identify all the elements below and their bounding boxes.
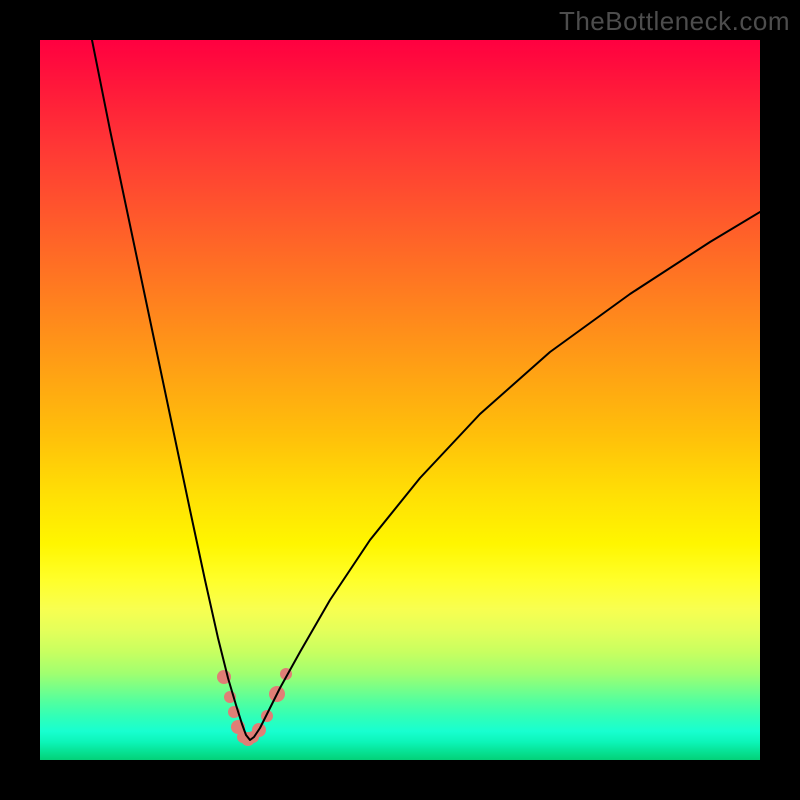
watermark-text: TheBottleneck.com [559,6,790,37]
bottleneck-curve [92,40,760,740]
curve-layer [40,40,760,760]
plot-area [40,40,760,760]
chart-frame: TheBottleneck.com [0,0,800,800]
